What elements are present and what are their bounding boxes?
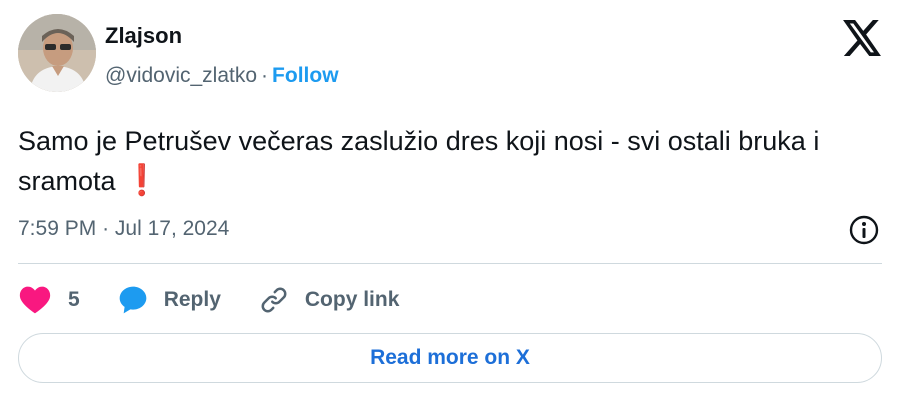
- avatar[interactable]: [18, 14, 96, 92]
- x-logo-icon[interactable]: [843, 20, 881, 56]
- avatar-photo: [18, 14, 96, 92]
- tweet-time: 7:59 PM: [18, 217, 97, 240]
- handle-line: @vidovic_zlatko · Follow: [105, 62, 339, 90]
- follow-button[interactable]: Follow: [272, 64, 339, 87]
- read-more-label: Read more on X: [370, 346, 530, 369]
- display-name[interactable]: Zlajson: [105, 22, 182, 50]
- date-separator: ·: [102, 217, 110, 240]
- copy-link-button[interactable]: Copy link: [257, 283, 400, 317]
- author-handle[interactable]: @vidovic_zlatko: [105, 64, 257, 87]
- heart-icon: [18, 283, 52, 317]
- tweet-card: Zlajson @vidovic_zlatko · Follow Samo je P…: [0, 0, 900, 405]
- info-icon[interactable]: [848, 214, 880, 246]
- author-block: Zlajson: [105, 22, 182, 50]
- like-count: 5: [68, 288, 80, 311]
- speech-bubble-icon: [116, 283, 150, 317]
- handle-separator: ·: [261, 64, 269, 87]
- reply-button[interactable]: Reply: [116, 283, 221, 317]
- tweet-text: Samo je Petrušev večeras zaslužio dres k…: [18, 121, 888, 201]
- reply-label: Reply: [163, 288, 221, 311]
- link-icon: [257, 283, 291, 317]
- like-button[interactable]: 5: [18, 283, 80, 317]
- actions-bar: 5 Reply Copy link: [18, 280, 435, 320]
- tweet-date: Jul 17, 2024: [114, 217, 230, 240]
- tweet-timestamp[interactable]: 7:59 PM · Jul 17, 2024: [18, 214, 229, 244]
- divider: [18, 263, 882, 264]
- read-more-button[interactable]: Read more on X: [18, 333, 882, 383]
- exclamation-emoji-icon: ❗: [123, 164, 161, 197]
- copy-link-label: Copy link: [304, 288, 400, 311]
